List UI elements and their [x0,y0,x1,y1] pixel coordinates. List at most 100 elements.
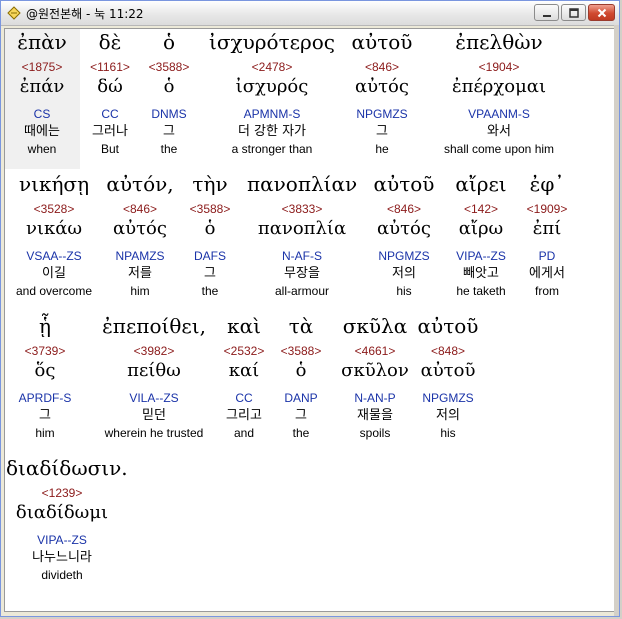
korean-gloss: 그 [376,124,388,139]
parse-code: NPGMZS [356,107,408,121]
lemma-word: σκῦλον [341,360,409,381]
interlinear-view[interactable]: ἐπὰν <1875> ἐπάν CS 때에는 when δὲ <1161> δώ CC 그러나 Bu… [4,28,616,612]
korean-gloss: 때에는 [24,124,60,139]
korean-gloss: 저의 [436,408,460,423]
english-gloss: him [35,426,55,440]
window-title: @원전본해 - 눅 11:22 [26,6,144,21]
word-unit[interactable]: ἐφ᾽ <1909> ἐπί PD 에게서 from [514,171,580,311]
korean-gloss: 무장을 [284,266,320,281]
english-gloss: all-armour [274,284,329,298]
greek-word: αὐτοῦ [351,30,413,54]
english-gloss: from [535,284,559,298]
app-icon [6,5,22,21]
maximize-icon [568,3,579,22]
lemma-word: ὁ [163,76,175,97]
greek-word: νικήσῃ [18,172,90,196]
word-unit[interactable]: αὐτοῦ <846> αὐτός NPGMZS 저의 his [368,171,440,311]
word-unit[interactable]: αὐτοῦ <848> αὐτοῦ NPGMZS 저의 his [409,313,487,453]
lemma-word: ὁ [295,360,307,381]
korean-gloss: 와서 [487,124,511,139]
strong-number: <846> [364,60,400,74]
word-unit[interactable]: σκῦλα <4661> σκῦλον N-AN-P 재물을 spoils [330,313,420,453]
strong-number: <3588> [148,60,190,74]
korean-gloss: 그 [295,408,307,423]
greek-word: πανοπλίαν [247,172,358,196]
english-gloss: divideth [41,568,83,582]
lemma-word: αὐτοῦ [420,360,476,381]
window-controls [534,4,615,21]
greek-word: καὶ [227,314,261,338]
verse-line-1: ἐπὰν <1875> ἐπάν CS 때에는 when δὲ <1161> δώ CC 그러나 Bu… [5,29,615,169]
word-unit[interactable]: ᾗ <3739> ὅς APRDF-S 그 him [9,313,81,453]
lemma-word: καί [228,360,260,381]
lemma-word: ἐπί [532,218,562,239]
parse-code: DANP [284,391,318,405]
english-gloss: spoils [359,426,391,440]
korean-gloss: 저의 [392,266,416,281]
word-unit[interactable]: ἰσχυρότερος <2478> ἰσχυρός APMNM-S 더 강한 자가 a … [202,29,342,169]
minimize-icon [542,3,552,22]
greek-word: αὐτοῦ [417,314,479,338]
word-unit[interactable]: νικήσῃ <3528> νικάω VSAA--ZS 이길 and overcome [12,171,96,311]
word-unit[interactable]: τὰ <3588> ὁ DANP 그 the [278,313,324,453]
word-unit[interactable]: ὁ <3588> ὁ DNMS 그 the [144,29,194,169]
strong-number: <2478> [251,60,293,74]
word-unit[interactable]: αὐτόν, <846> αὐτός NPAMZS 저를 him [100,171,180,311]
parse-code: DAFS [193,249,226,263]
close-icon [597,3,607,22]
word-unit[interactable]: δὲ <1161> δώ CC 그러나 But [80,29,140,169]
greek-word: αὐτόν, [106,172,174,196]
lemma-word: αἴρω [458,218,504,239]
korean-gloss: 그러나 [92,124,128,139]
english-gloss: the [201,284,219,298]
lemma-word: νικάω [25,218,83,239]
strong-number: <3739> [24,344,66,358]
word-unit[interactable]: καὶ <2532> καί CC 그리고 and [207,313,281,453]
strong-number: <142> [463,202,499,216]
lemma-word: αὐτός [355,76,409,97]
strong-number: <1161> [90,60,130,74]
word-unit[interactable]: διαδίδωσιν. <1239> διαδίδωμι VIPA--ZS 나누느니라 d… [6,455,128,595]
minimize-button[interactable] [534,4,559,21]
parse-code: VIPA--ZS [456,249,506,263]
lemma-word: αὐτός [113,218,167,239]
korean-gloss: 그 [163,124,175,139]
title-bar[interactable]: @원전본해 - 눅 11:22 [1,1,619,26]
greek-word: ἐφ᾽ [529,172,565,196]
greek-word: τὰ [288,314,314,338]
strong-number: <2532> [223,344,265,358]
parse-code: APMNM-S [243,107,301,121]
lemma-word: πανοπλία [257,218,347,239]
english-gloss: the [160,142,178,156]
parse-code: CC [101,107,119,121]
korean-gloss: 그리고 [226,408,262,423]
close-button[interactable] [588,4,615,21]
word-unit[interactable]: ἐπελθὼν <1904> ἐπέρχομαι VPAANM-S 와서 shall co… [424,29,574,169]
parse-code: PD [538,249,556,263]
word-unit[interactable]: αὐτοῦ <846> αὐτός NPGMZS 그 he [342,29,422,169]
english-gloss: he taketh [456,284,506,298]
english-gloss: But [100,142,119,156]
korean-gloss: 빼앗고 [463,266,499,281]
strong-number: <1875> [21,60,63,74]
lemma-word: ἐπέρχομαι [451,76,547,97]
strong-number: <3833> [281,202,323,216]
english-gloss: when [27,142,57,156]
parse-code: APRDF-S [18,391,72,405]
word-unit[interactable]: αἴρει <142> αἴρω VIPA--ZS 빼앗고 he taketh [443,171,519,311]
maximize-button[interactable] [561,4,586,21]
greek-word: ἰσχυρότερος [209,30,335,54]
english-gloss: a stronger than [231,142,313,156]
parse-code: VSAA--ZS [26,249,82,263]
parse-code: NPAMZS [115,249,165,263]
korean-gloss: 재물을 [357,408,393,423]
lemma-word: δώ [97,76,123,97]
parse-code: VPAANM-S [468,107,530,121]
word-unit[interactable]: πανοπλίαν <3833> πανοπλία N-AF-S 무장을 all-armo… [247,171,357,311]
word-unit[interactable]: ἐπὰν <1875> ἐπάν CS 때에는 when [5,29,80,169]
greek-word: σκῦλα [342,314,408,338]
parse-code: NPGMZS [378,249,430,263]
lemma-word: διαδίδωμι [15,502,109,523]
word-unit[interactable]: τὴν <3588> ὁ DAFS 그 the [180,171,240,311]
greek-word: ὁ [162,30,176,54]
